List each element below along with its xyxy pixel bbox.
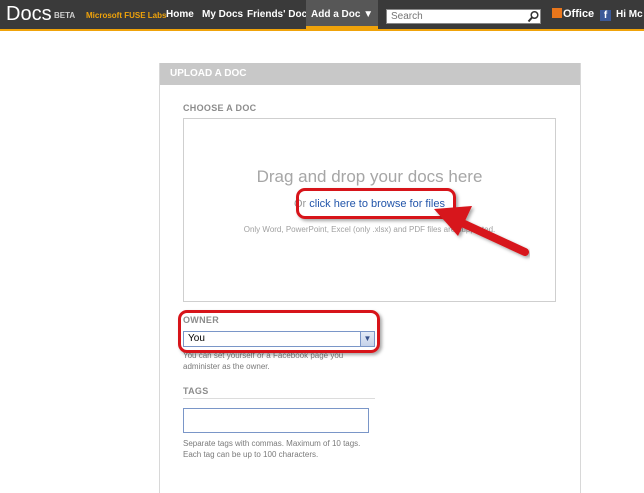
docs-logo[interactable]: Docs <box>6 3 52 26</box>
office-icon <box>552 8 562 18</box>
office-link[interactable]: Office <box>552 8 594 24</box>
top-nav-bar: Docs BETA Microsoft FUSE Labs Home My Do… <box>0 0 644 31</box>
nav-friends-docs[interactable]: Friends' Docs <box>247 0 313 29</box>
upload-panel: UPLOAD A DOC CHOOSE A DOC Drag and drop … <box>159 63 581 493</box>
nav-my-docs[interactable]: My Docs <box>202 0 243 29</box>
tags-label: TAGS <box>183 386 209 396</box>
owner-highlight-box <box>178 310 380 353</box>
facebook-icon[interactable]: f <box>600 10 611 21</box>
nav-home[interactable]: Home <box>166 0 194 29</box>
choose-doc-label: CHOOSE A DOC <box>183 103 257 113</box>
user-greeting[interactable]: Hi Mc <box>616 0 643 29</box>
office-label: Office <box>563 8 595 20</box>
fuse-labs-link[interactable]: Microsoft FUSE Labs <box>86 11 166 20</box>
owner-help-text: You can set yourself or a Facebook page … <box>183 351 344 371</box>
tags-input[interactable] <box>183 408 369 433</box>
search-input[interactable] <box>386 9 541 24</box>
drag-drop-text: Drag and drop your docs here <box>256 167 483 186</box>
annotation-arrow-icon <box>434 206 529 256</box>
panel-title: UPLOAD A DOC <box>160 63 580 85</box>
tags-help-text: Separate tags with commas. Maximum of 10… <box>183 439 361 459</box>
beta-badge: BETA <box>54 11 76 20</box>
search-icon[interactable] <box>527 10 540 23</box>
tags-divider <box>183 398 375 399</box>
nav-add-a-doc[interactable]: Add a Doc ▼ <box>306 0 379 29</box>
